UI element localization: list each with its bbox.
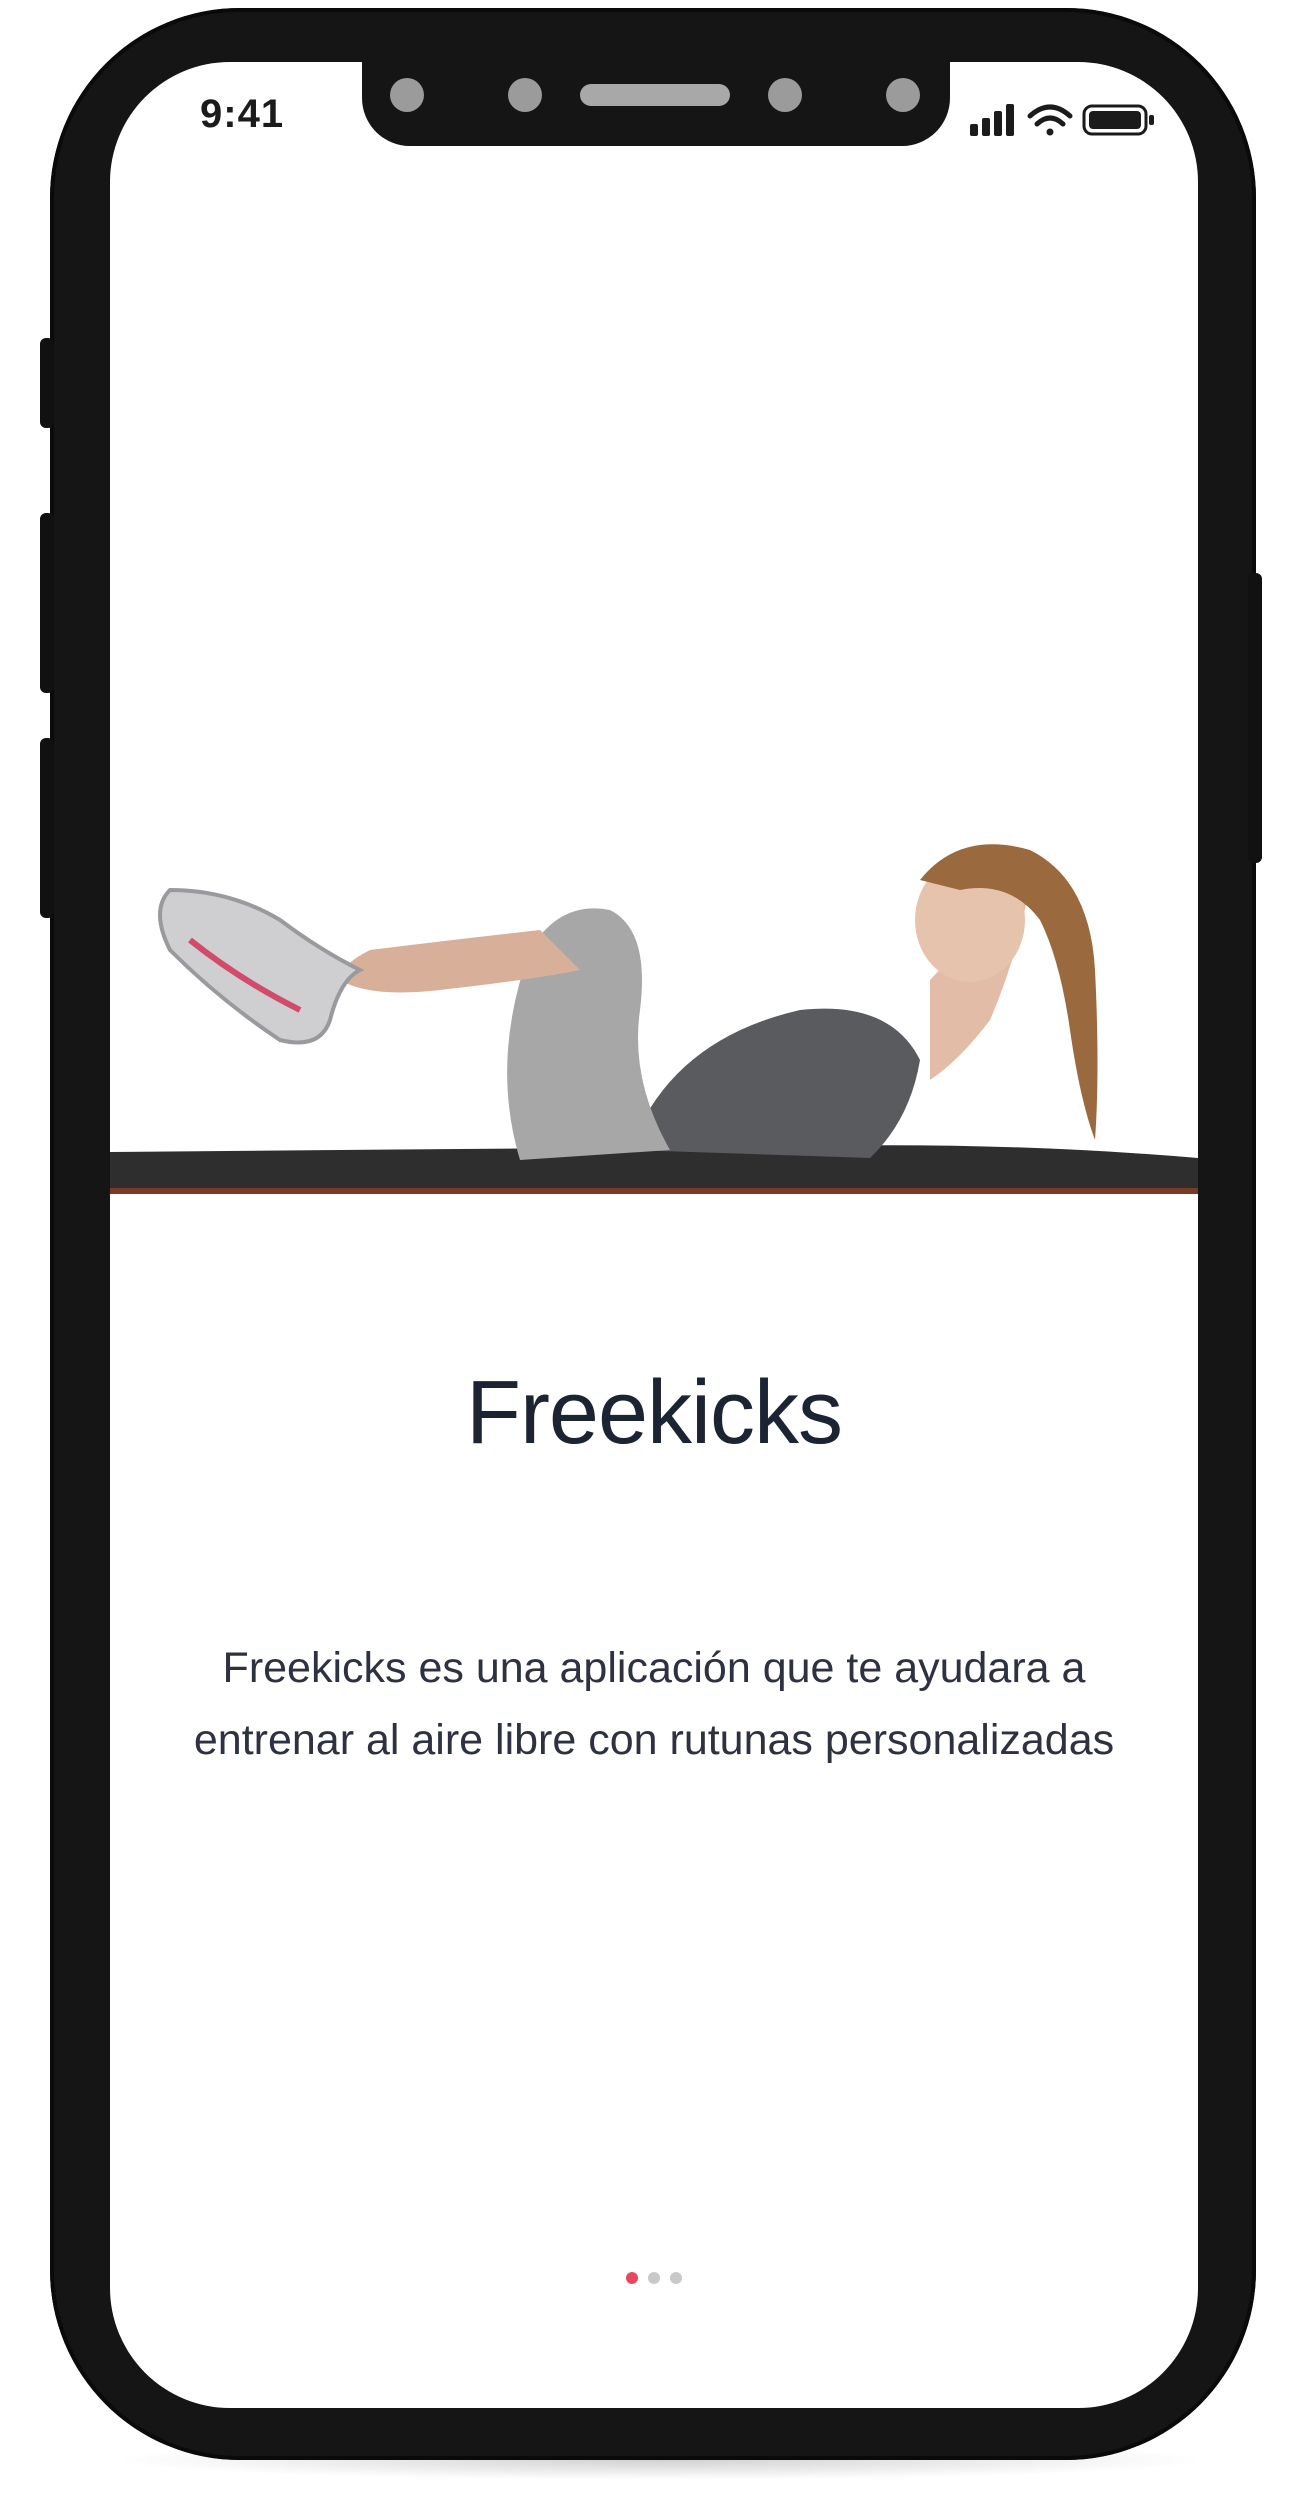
volume-up-button — [40, 513, 54, 693]
page-dot[interactable] — [648, 2272, 660, 2284]
battery-icon — [1082, 104, 1154, 136]
speaker-grille — [580, 84, 730, 106]
app-screen: 9:41 Freekicks Freekicks es una aplicaci… — [110, 62, 1198, 2408]
torso — [630, 1008, 920, 1158]
mute-switch — [40, 338, 54, 428]
status-icons — [970, 104, 1154, 136]
page-dot-active[interactable] — [626, 2272, 638, 2284]
wifi-icon — [1027, 104, 1073, 136]
power-button — [1248, 573, 1262, 863]
sensor-icon — [508, 78, 542, 112]
exercise-illustration — [110, 844, 1198, 1194]
sensor-icon — [768, 78, 802, 112]
exercise-mat — [110, 1145, 1198, 1192]
onboarding-title: Freekicks — [465, 1363, 843, 1463]
page-dot[interactable] — [670, 2272, 682, 2284]
page-indicator[interactable] — [626, 2272, 686, 2286]
status-time: 9:41 — [200, 92, 285, 136]
camera-notch — [362, 62, 950, 146]
mockup-stage: 9:41 Freekicks Freekicks es una aplicaci… — [0, 0, 1312, 2494]
volume-down-button — [40, 738, 54, 918]
onboarding-description: Freekicks es una aplicación que te ayuda… — [193, 1644, 1115, 1764]
front-camera-icon — [886, 78, 920, 112]
cellular-signal-icon — [970, 104, 1014, 136]
sensor-icon — [390, 78, 424, 112]
shoe — [158, 887, 365, 1045]
mat-edge — [110, 1188, 1198, 1194]
